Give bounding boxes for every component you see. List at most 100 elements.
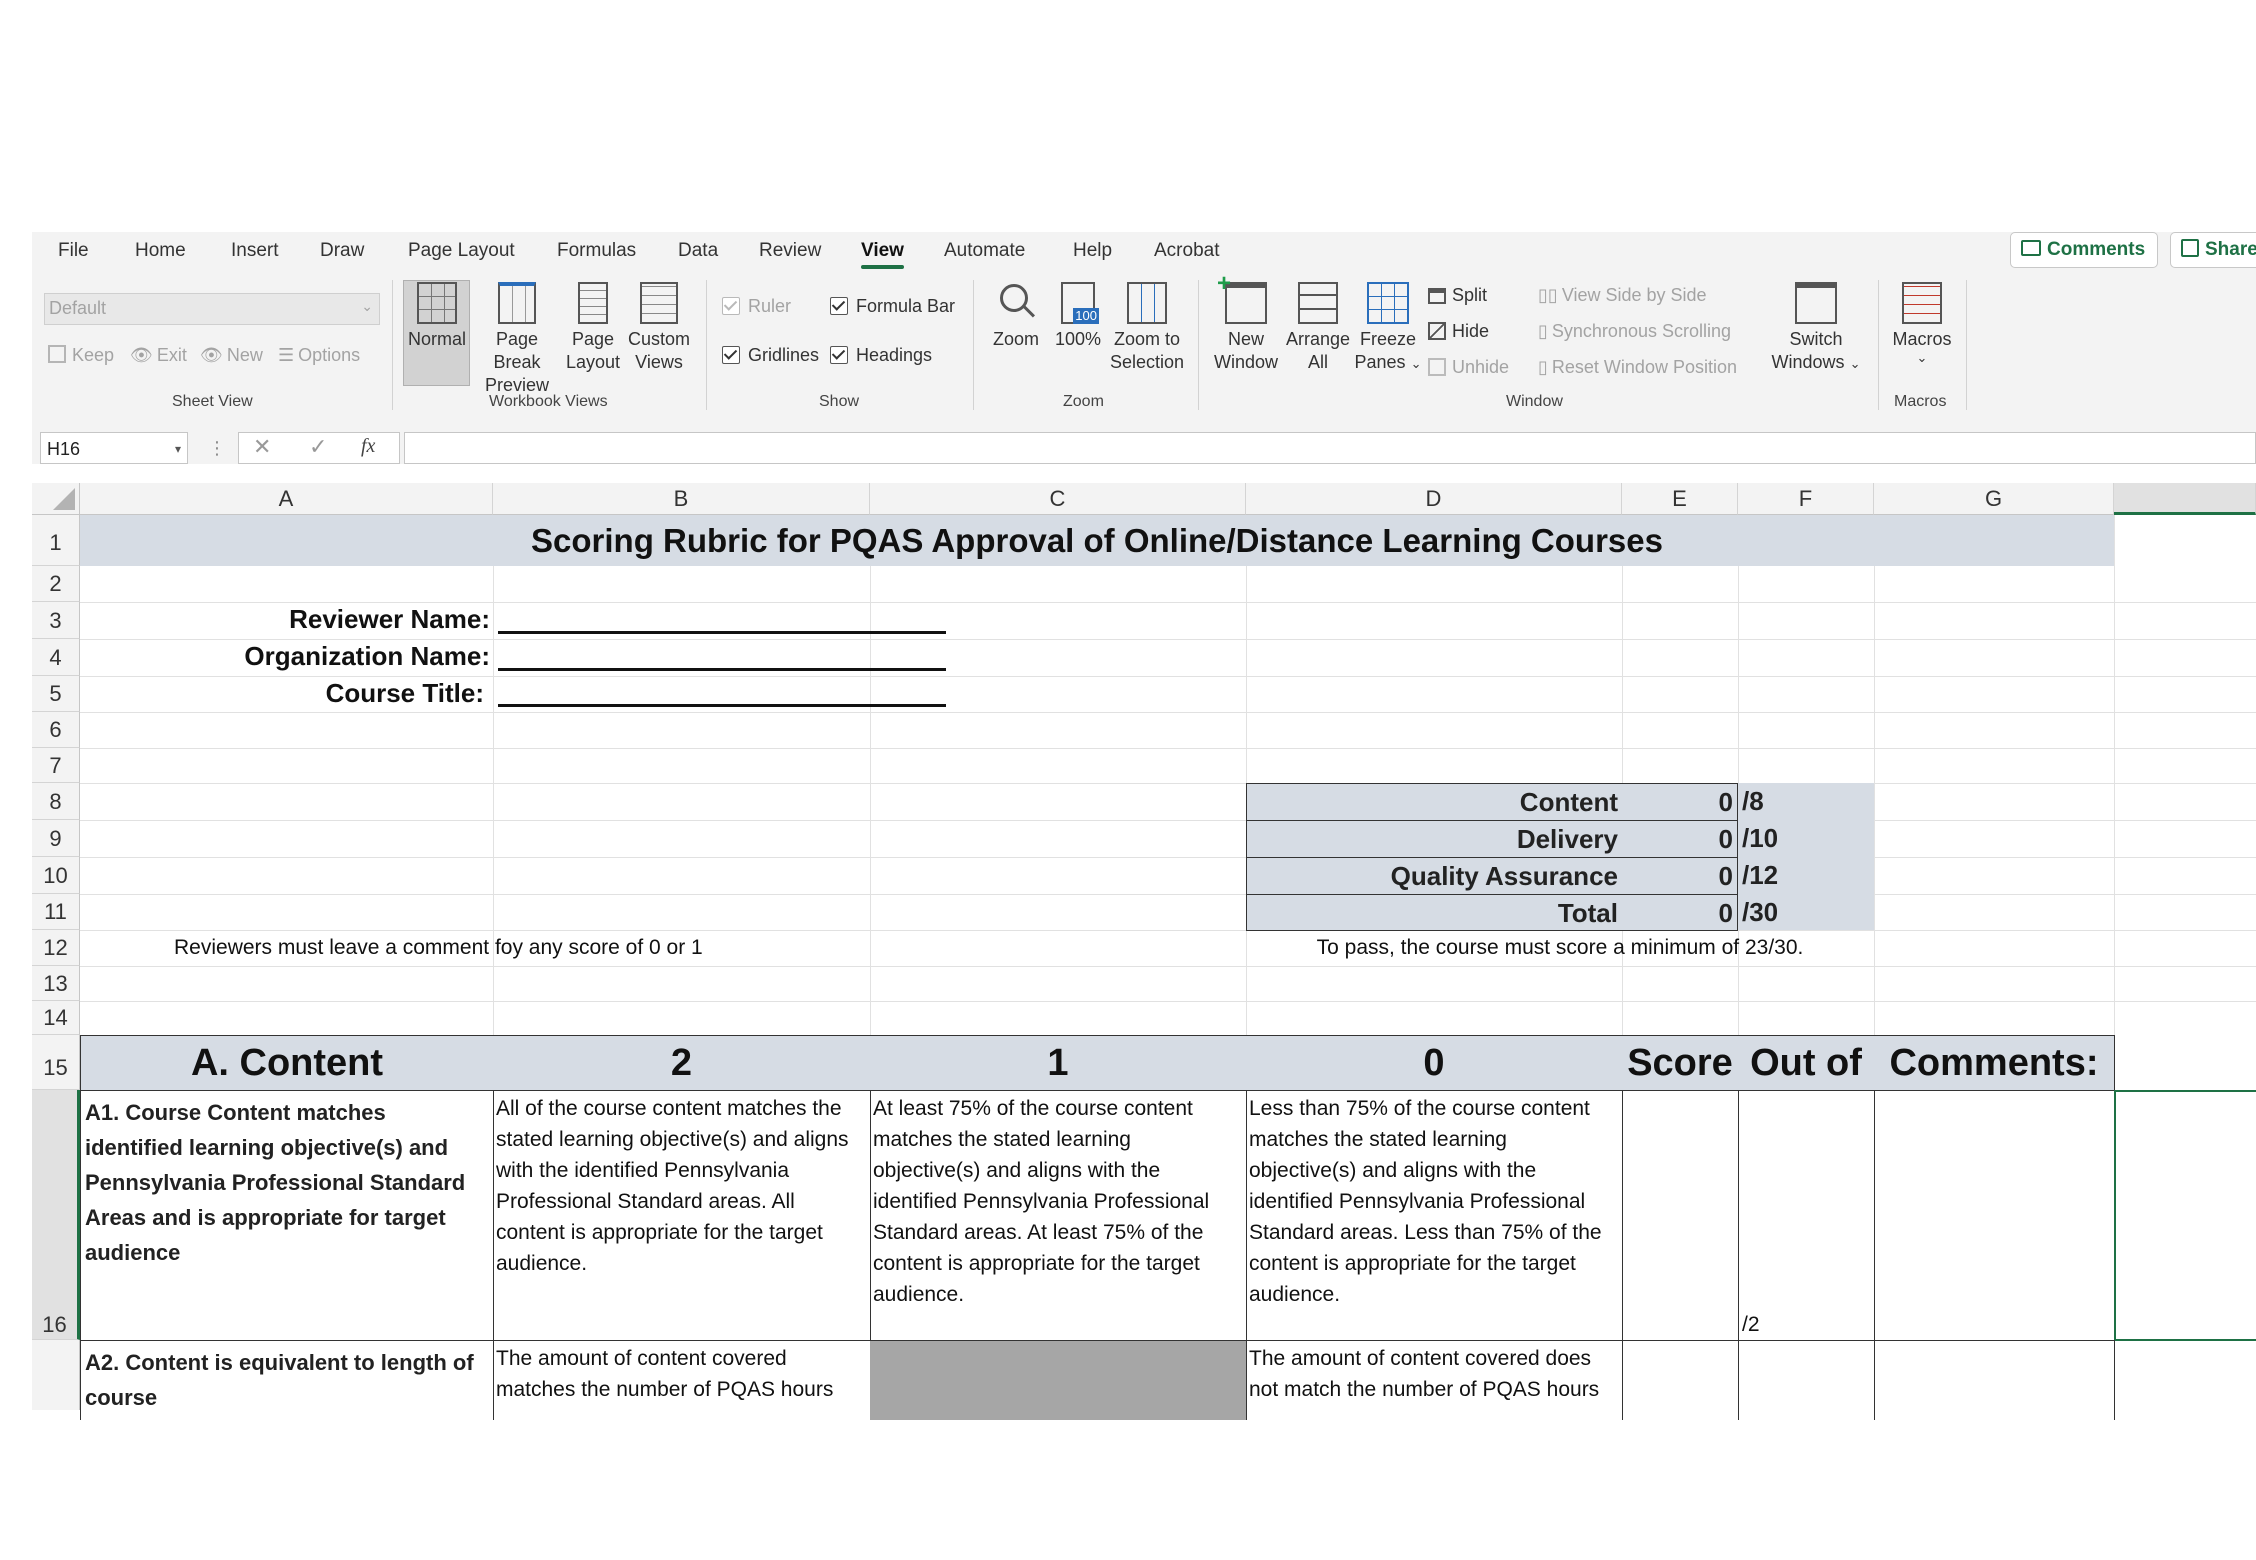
row-header-6[interactable]: 6 — [32, 712, 80, 748]
zoom-button[interactable]: Zoom — [984, 282, 1048, 351]
headings-checkbox[interactable]: Headings — [830, 345, 932, 366]
tab-view[interactable]: View — [861, 232, 904, 272]
insert-function-icon[interactable]: fx — [361, 435, 375, 458]
keep-button[interactable]: Keep — [48, 345, 114, 366]
page-break-preview-button[interactable]: Page Break Preview — [470, 282, 564, 397]
row-header-5[interactable]: 5 — [32, 676, 80, 712]
macros-button[interactable]: Macros ⌄ — [1888, 282, 1956, 365]
summary-delivery-outof[interactable]: /10 — [1738, 820, 1874, 857]
tab-home[interactable]: Home — [135, 232, 186, 272]
row-header-2[interactable]: 2 — [32, 566, 80, 602]
column-header-e[interactable]: E — [1622, 483, 1738, 515]
column-header-h[interactable] — [2114, 483, 2256, 515]
a1-score-1-description[interactable]: At least 75% of the course content match… — [870, 1090, 1247, 1341]
page-layout-view-button[interactable]: Page Layout — [564, 282, 622, 374]
reset-window-position-button[interactable]: ▯ Reset Window Position — [1538, 357, 1737, 378]
a1-score-0-description[interactable]: Less than 75% of the course content matc… — [1246, 1090, 1623, 1341]
header-content[interactable]: A. Content — [80, 1035, 494, 1091]
tab-automate[interactable]: Automate — [944, 232, 1025, 272]
criterion-a2[interactable]: A2. Content is equivalent to length of c… — [80, 1340, 494, 1420]
criterion-a1[interactable]: A1. Course Content matches identified le… — [80, 1090, 494, 1341]
pass-requirement-note[interactable]: To pass, the course must score a minimum… — [1246, 930, 1874, 966]
tab-review[interactable]: Review — [759, 232, 821, 272]
freeze-panes-button[interactable]: Freeze Panes ⌄ — [1352, 282, 1424, 375]
summary-total-label[interactable]: Total — [1246, 894, 1623, 931]
formula-bar-checkbox[interactable]: Formula Bar — [830, 296, 955, 317]
column-header-c[interactable]: C — [870, 483, 1246, 515]
row-header-9[interactable]: 9 — [32, 820, 80, 857]
selected-cell-h16[interactable] — [2114, 1090, 2256, 1341]
synchronous-scrolling-button[interactable]: ▯ Synchronous Scrolling — [1538, 321, 1731, 342]
select-all-corner[interactable] — [32, 483, 80, 515]
a2-score-input[interactable] — [1622, 1340, 1739, 1420]
reviewer-note[interactable]: Reviewers must leave a comment foy any s… — [80, 930, 870, 966]
tab-help[interactable]: Help — [1073, 232, 1112, 272]
reviewer-name-label[interactable]: Reviewer Name: — [80, 604, 490, 638]
zoom-to-selection-button[interactable]: Zoom to Selection — [1106, 282, 1188, 374]
hide-button[interactable]: Hide — [1428, 321, 1489, 342]
summary-content-label[interactable]: Content — [1246, 783, 1623, 821]
course-title-label[interactable]: Course Title: — [80, 678, 484, 712]
row-header-1[interactable]: 1 — [32, 515, 80, 566]
summary-quality-label[interactable]: Quality Assurance — [1246, 857, 1623, 895]
header-comments[interactable]: Comments: — [1874, 1035, 2115, 1091]
new-view-button[interactable]: 👁 New — [200, 345, 263, 366]
exit-button[interactable]: 👁 Exit — [130, 345, 187, 366]
ruler-checkbox[interactable]: Ruler — [722, 296, 791, 317]
a1-score-input[interactable] — [1622, 1090, 1739, 1341]
tab-draw[interactable]: Draw — [320, 232, 364, 272]
row-header-4[interactable]: 4 — [32, 639, 80, 676]
new-window-button[interactable]: + New Window — [1208, 272, 1284, 374]
header-score-1[interactable]: 1 — [870, 1035, 1247, 1091]
column-header-f[interactable]: F — [1738, 483, 1874, 515]
header-score[interactable]: Score — [1622, 1035, 1739, 1091]
sheet-title[interactable]: Scoring Rubric for PQAS Approval of Onli… — [80, 515, 2114, 566]
a2-out-of[interactable] — [1738, 1340, 1875, 1420]
summary-quality-score[interactable]: 0 — [1622, 857, 1738, 895]
share-button[interactable]: Share — [2170, 232, 2256, 268]
summary-quality-outof[interactable]: /12 — [1738, 857, 1874, 894]
tab-file[interactable]: File — [58, 232, 89, 272]
tab-formulas[interactable]: Formulas — [557, 232, 636, 272]
row-header-8[interactable]: 8 — [32, 783, 80, 820]
formula-input[interactable] — [404, 432, 2256, 464]
row-header-10[interactable]: 10 — [32, 857, 80, 894]
a2-score-1-blank[interactable] — [870, 1340, 1247, 1420]
summary-delivery-label[interactable]: Delivery — [1246, 820, 1623, 858]
more-options-icon[interactable]: ⋮ — [208, 438, 226, 459]
zoom-100-button[interactable]: 100 100% — [1050, 282, 1106, 351]
summary-content-score[interactable]: 0 — [1622, 783, 1738, 821]
summary-total-score[interactable]: 0 — [1622, 894, 1738, 931]
arrange-all-button[interactable]: Arrange All — [1284, 282, 1352, 374]
switch-windows-button[interactable]: Switch Windows ⌄ — [1764, 282, 1868, 375]
custom-views-button[interactable]: Custom Views — [622, 282, 696, 374]
tab-page-layout[interactable]: Page Layout — [408, 232, 515, 272]
column-header-b[interactable]: B — [493, 483, 870, 515]
row-header-15[interactable]: 15 — [32, 1035, 80, 1090]
row-header-12[interactable]: 12 — [32, 930, 80, 966]
view-side-by-side-button[interactable]: ▯▯ View Side by Side — [1538, 285, 1707, 306]
column-header-a[interactable]: A — [80, 483, 493, 515]
options-button[interactable]: ☰ Options — [278, 345, 360, 366]
header-out-of[interactable]: Out of — [1738, 1035, 1875, 1091]
unhide-button[interactable]: Unhide — [1428, 357, 1509, 378]
row-header-17[interactable] — [32, 1340, 80, 1410]
a1-out-of[interactable]: /2 — [1738, 1090, 1875, 1341]
cancel-icon[interactable]: ✕ — [253, 434, 271, 460]
a2-score-0-description[interactable]: The amount of content covered does not m… — [1246, 1340, 1623, 1420]
sheet-view-dropdown[interactable]: Default ⌄ — [44, 293, 380, 325]
row-header-16[interactable]: 16 — [32, 1090, 80, 1340]
row-header-3[interactable]: 3 — [32, 602, 80, 639]
header-score-0[interactable]: 0 — [1246, 1035, 1623, 1091]
split-button[interactable]: Split — [1428, 285, 1487, 306]
name-box[interactable]: H16 ▾ — [40, 432, 188, 464]
tab-insert[interactable]: Insert — [231, 232, 279, 272]
row-header-14[interactable]: 14 — [32, 1001, 80, 1035]
summary-total-outof[interactable]: /30 — [1738, 894, 1874, 930]
column-header-g[interactable]: G — [1874, 483, 2114, 515]
a2-comments[interactable] — [1874, 1340, 2115, 1420]
organization-name-label[interactable]: Organization Name: — [80, 641, 490, 675]
row-header-11[interactable]: 11 — [32, 894, 80, 930]
tab-data[interactable]: Data — [678, 232, 718, 272]
row-header-7[interactable]: 7 — [32, 748, 80, 783]
